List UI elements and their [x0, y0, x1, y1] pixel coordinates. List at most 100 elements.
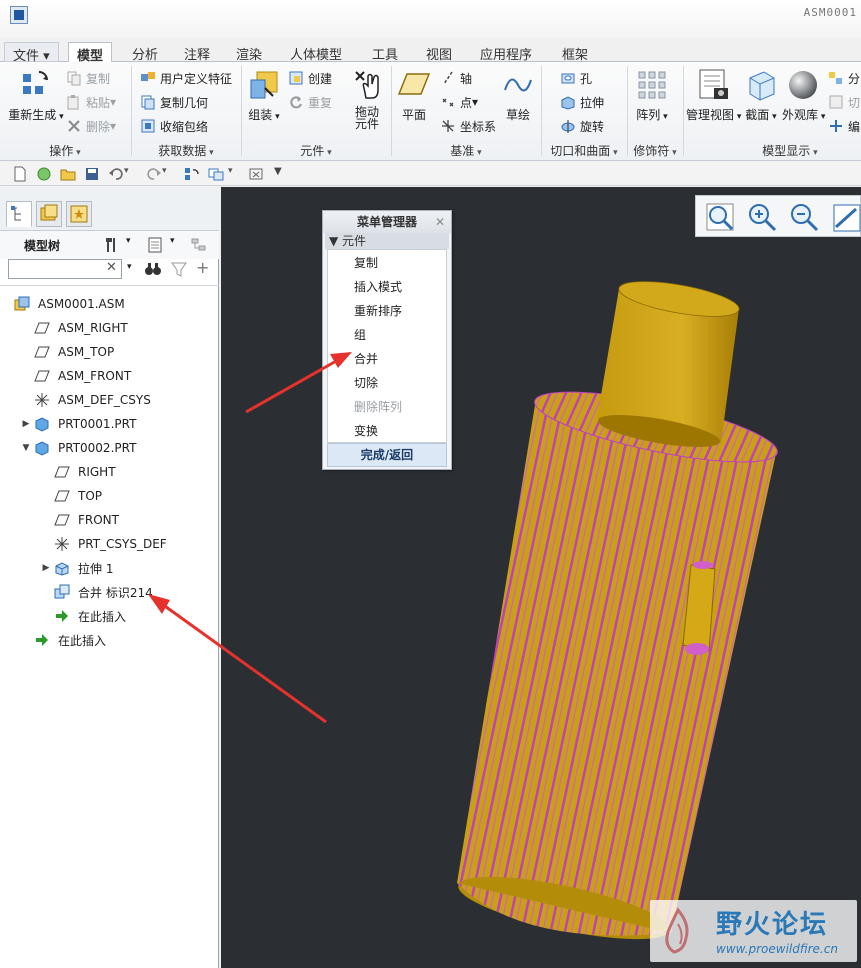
plane-button[interactable]: 平面 — [396, 68, 432, 123]
tree-row-insert-here[interactable]: 在此插入 — [34, 629, 106, 651]
group-model-display-footer[interactable]: 模型显示 — [720, 142, 860, 160]
tree-filters-icon[interactable] — [190, 236, 208, 254]
done-return-button[interactable]: 完成/返回 — [327, 443, 447, 467]
repaint-icon[interactable] — [830, 201, 861, 233]
shrinkwrap-button[interactable]: 收缩包络 — [140, 116, 208, 136]
zoom-out-icon[interactable] — [788, 201, 820, 233]
delete-button[interactable]: 删除 ▾ — [66, 116, 116, 136]
manage-views-button[interactable]: 管理视图 ▾ — [686, 68, 741, 123]
find-binoculars-icon[interactable] — [144, 260, 162, 278]
menu-item-merge[interactable]: 合并 — [354, 348, 378, 370]
extrude-button[interactable]: 拉伸 — [560, 92, 604, 112]
sketch-button[interactable]: 草绘 — [500, 68, 536, 123]
edit-position-button[interactable]: 编 — [828, 116, 860, 136]
add-column-icon[interactable]: + — [196, 258, 209, 277]
tab-view[interactable]: 视图 — [418, 42, 460, 63]
settings-dropdown-icon[interactable]: ▾ — [126, 236, 131, 246]
tab-model[interactable]: 模型 — [68, 42, 113, 64]
paste-button[interactable]: 粘贴 ▾ — [66, 92, 116, 112]
group-cut-surface-footer[interactable]: 切口和曲面 — [542, 142, 626, 160]
folder-browser-tab[interactable] — [36, 201, 62, 227]
save-icon[interactable] — [84, 166, 100, 182]
redo-icon[interactable] — [146, 166, 162, 182]
pattern-button[interactable]: 阵列 ▾ — [634, 68, 670, 123]
expand-arrow-icon[interactable]: ▶ — [40, 563, 52, 573]
hole-button[interactable]: 孔 — [560, 68, 592, 88]
section-button[interactable]: 截面 ▾ — [744, 68, 778, 123]
refit-icon[interactable] — [704, 201, 736, 233]
menu-item-copy[interactable]: 复制 — [354, 252, 378, 274]
model-geometry[interactable] — [221, 187, 861, 968]
toggle-status-button[interactable]: 切 — [828, 92, 860, 112]
tree-row-datum-plane[interactable]: RIGHT — [54, 461, 116, 483]
tree-row-part[interactable]: ▶ PRT0001.PRT — [20, 413, 136, 435]
group-operations-footer[interactable]: 操作 — [0, 142, 130, 160]
tree-row-datum-plane[interactable]: FRONT — [54, 509, 119, 531]
tree-row-datum-plane[interactable]: TOP — [54, 485, 102, 507]
revolve-button[interactable]: 旋转 — [560, 116, 604, 136]
group-get-data-footer[interactable]: 获取数据 — [132, 142, 240, 160]
windows-dropdown-icon[interactable]: ▾ — [228, 166, 238, 182]
group-modifiers-footer[interactable]: 修饰符 — [628, 142, 682, 160]
regenerate-button[interactable]: 重新生成 ▾ — [8, 68, 64, 123]
tab-annotate[interactable]: 注释 — [176, 42, 218, 63]
menu-item-cutout[interactable]: 切除 — [354, 372, 378, 394]
settings-tools-icon[interactable] — [104, 236, 122, 254]
redo-dropdown-icon[interactable]: ▾ — [162, 166, 172, 182]
regenerate-small-icon[interactable] — [184, 166, 200, 182]
close-window-icon[interactable] — [248, 166, 264, 182]
customize-toolbar-icon[interactable]: ▼ — [274, 166, 288, 182]
collapse-arrow-icon[interactable]: ▼ — [20, 443, 32, 453]
model-tree-search-input[interactable] — [8, 259, 122, 279]
copy-button[interactable]: 复制 — [66, 68, 110, 88]
explode-button[interactable]: 分 — [828, 68, 860, 88]
model-tree-tab[interactable] — [6, 201, 32, 227]
menu-section-header[interactable]: ▼ 元件 — [325, 233, 449, 249]
zoom-in-icon[interactable] — [746, 201, 778, 233]
menu-item-transform[interactable]: 变换 — [354, 420, 378, 442]
tab-analysis[interactable]: 分析 — [124, 42, 166, 63]
tree-row-part[interactable]: ▼ PRT0002.PRT — [20, 437, 136, 459]
copy-geometry-button[interactable]: 复制几何 — [140, 92, 208, 112]
favorites-tab[interactable] — [66, 201, 92, 227]
tree-row-assembly[interactable]: ASM0001.ASM — [14, 293, 125, 315]
tree-row-datum-plane[interactable]: ASM_TOP — [34, 341, 114, 363]
menu-item-delete-pattern[interactable]: 删除阵列 — [354, 396, 402, 418]
appearance-gallery-button[interactable]: 外观库 ▾ — [782, 68, 825, 123]
expand-arrow-icon[interactable]: ▶ — [20, 419, 32, 429]
tree-row-extrude[interactable]: ▶ 拉伸 1 — [40, 557, 113, 579]
tree-row-csys[interactable]: PRT_CSYS_DEF — [54, 533, 167, 555]
tree-row-datum-plane[interactable]: ASM_RIGHT — [34, 317, 128, 339]
search-dropdown-icon[interactable]: ▾ — [127, 262, 132, 272]
csys-button[interactable]: 坐标系 — [440, 116, 496, 136]
filter-funnel-icon[interactable] — [170, 260, 188, 278]
tab-render[interactable]: 渲染 — [228, 42, 270, 63]
tab-manikin[interactable]: 人体模型 — [282, 42, 350, 63]
menu-item-reorder[interactable]: 重新排序 — [354, 300, 402, 322]
windows-icon[interactable] — [208, 166, 224, 182]
group-datum-footer[interactable]: 基准 — [392, 142, 540, 160]
tab-framework[interactable]: 框架 — [554, 42, 596, 63]
show-dropdown-icon[interactable]: ▾ — [170, 236, 175, 246]
assemble-button[interactable]: 组装 ▾ — [244, 68, 284, 123]
undo-dropdown-icon[interactable]: ▾ — [124, 166, 134, 182]
group-component-footer[interactable]: 元件 — [242, 142, 390, 160]
new-file-icon[interactable] — [12, 166, 28, 182]
tab-tools[interactable]: 工具 — [364, 42, 406, 63]
menu-item-insert-mode[interactable]: 插入模式 — [354, 276, 402, 298]
app-icon[interactable] — [10, 6, 28, 24]
tree-row-csys[interactable]: ASM_DEF_CSYS — [34, 389, 151, 411]
show-list-icon[interactable] — [146, 236, 164, 254]
open-session-icon[interactable] — [36, 166, 52, 182]
create-component-button[interactable]: 创建 — [288, 68, 332, 88]
point-button[interactable]: 点 ▾ — [440, 92, 478, 112]
tab-applications[interactable]: 应用程序 — [472, 42, 540, 63]
axis-button[interactable]: 轴 — [440, 68, 472, 88]
repeat-button[interactable]: 重复 — [288, 92, 332, 112]
tree-row-merge-feature[interactable]: 合并 标识214 — [54, 581, 153, 603]
drag-component-button[interactable]: 拖动 元件 — [346, 68, 388, 130]
graphics-viewport[interactable] — [221, 187, 861, 968]
close-icon[interactable]: ✕ — [435, 211, 445, 233]
open-folder-icon[interactable] — [60, 166, 76, 182]
undo-icon[interactable] — [108, 166, 124, 182]
